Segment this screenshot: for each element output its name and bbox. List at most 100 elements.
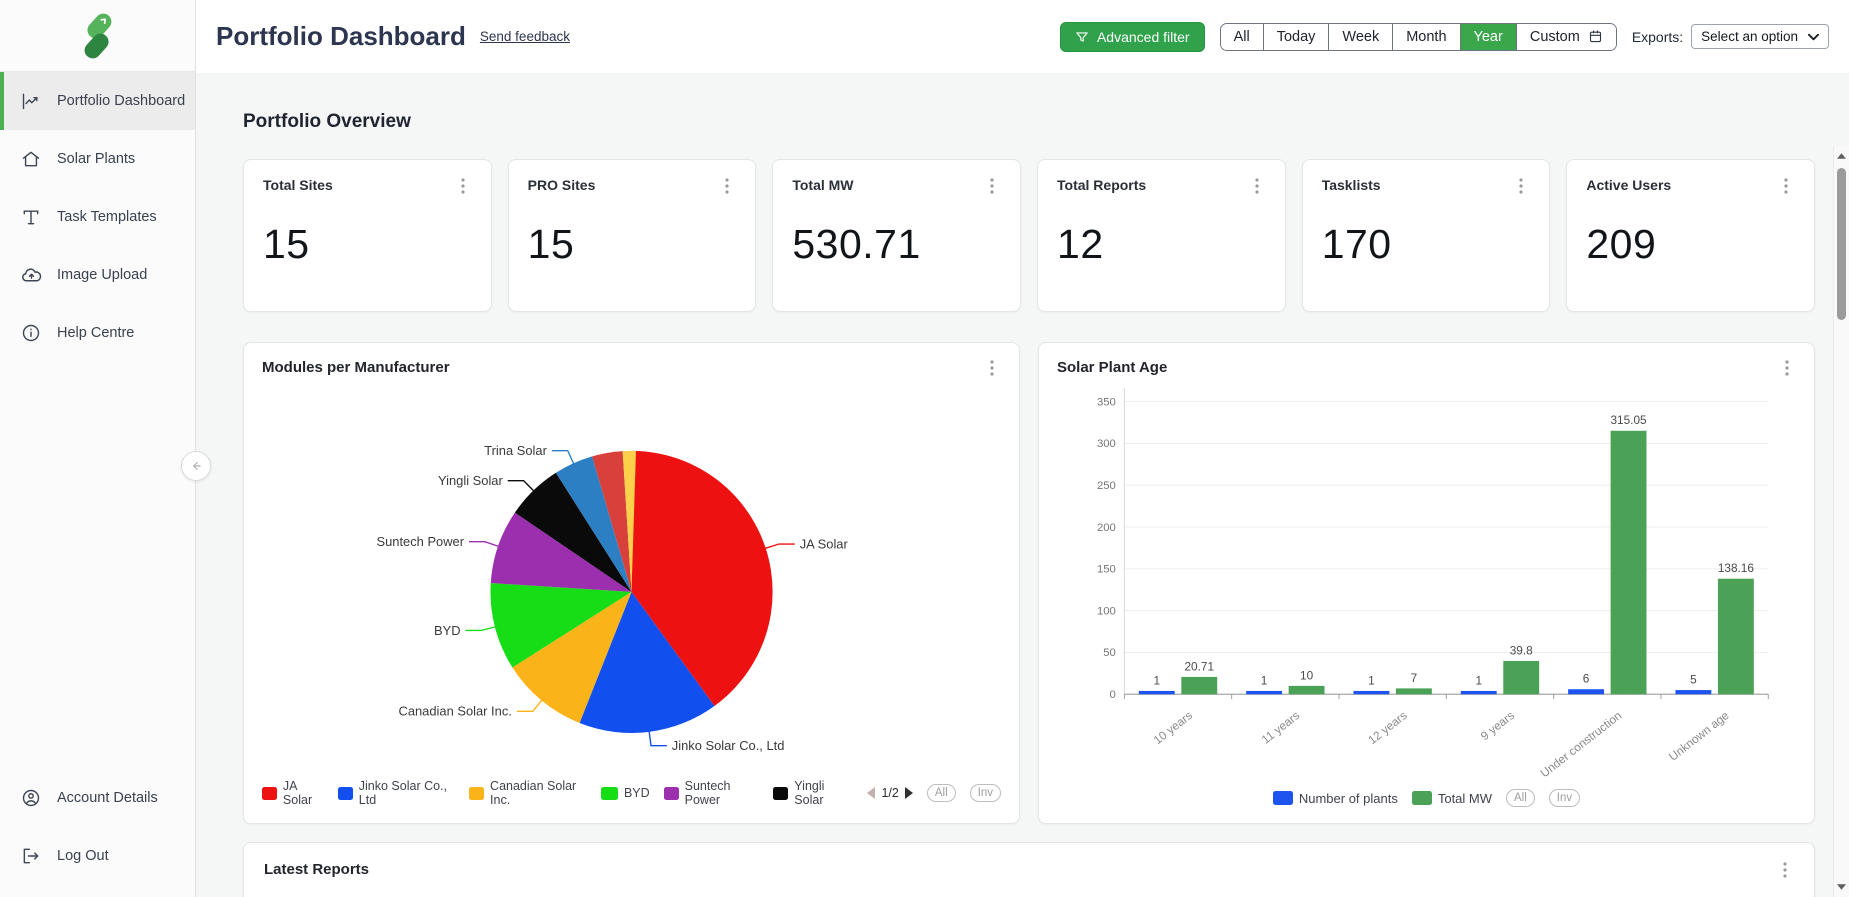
sidebar-footer-nav: Account Details Log Out — [0, 769, 195, 897]
legend-swatch — [773, 786, 789, 800]
legend-label: Yingli Solar — [794, 779, 825, 807]
legend-item[interactable]: Total MW — [1411, 791, 1492, 806]
sidebar-item-label: Account Details — [57, 790, 158, 806]
card-menu-icon[interactable] — [983, 177, 1001, 195]
topbar: Portfolio Dashboard Send feedback Advanc… — [196, 0, 1849, 73]
svg-text:0: 0 — [1110, 689, 1116, 701]
logo-icon — [84, 13, 111, 58]
legend-swatch — [469, 786, 485, 800]
sidebar-nav: Portfolio Dashboard Solar Plants Task Te… — [0, 72, 195, 362]
advanced-filter-button[interactable]: Advanced filter — [1059, 21, 1205, 52]
chart-line-icon — [20, 90, 42, 112]
legend-item[interactable]: Jinko Solar Co., Ltd — [337, 779, 455, 807]
card-menu-icon[interactable] — [1248, 177, 1266, 195]
exports-select[interactable]: Select an option — [1691, 24, 1829, 49]
time-filter-custom-label: Custom — [1529, 28, 1580, 45]
svg-text:Under construction: Under construction — [1538, 708, 1625, 780]
legend-label: Number of plants — [1298, 790, 1398, 806]
sidebar-item-help-centre[interactable]: Help Centre — [0, 304, 195, 362]
legend-prev-icon[interactable] — [867, 787, 876, 799]
latest-reports-title: Latest Reports — [264, 861, 370, 878]
pie-chart-title: Modules per Manufacturer — [262, 359, 450, 376]
time-filter-custom[interactable]: Custom — [1515, 23, 1616, 50]
legend-item[interactable]: Yingli Solar — [773, 779, 849, 807]
svg-text:315.05: 315.05 — [1611, 413, 1648, 427]
sidebar-item-portfolio-dashboard[interactable]: Portfolio Dashboard — [0, 72, 195, 130]
svg-text:10: 10 — [1300, 668, 1314, 682]
time-filter-all[interactable]: All — [1220, 23, 1263, 50]
svg-text:50: 50 — [1103, 647, 1116, 659]
send-feedback-link[interactable]: Send feedback — [480, 29, 570, 44]
sidebar-item-label: Solar Plants — [57, 151, 136, 167]
time-filter-week[interactable]: Week — [1328, 23, 1393, 50]
sidebar-item-image-upload[interactable]: Image Upload — [0, 246, 195, 304]
svg-text:Trina Solar: Trina Solar — [484, 443, 547, 458]
legend-item[interactable]: Suntech Power — [663, 779, 760, 807]
time-filter-year[interactable]: Year — [1459, 23, 1516, 50]
pie-chart-canvas[interactable]: JA Solar Jinko Solar Co., Ltd Canadian Sol… — [262, 377, 1001, 773]
card-menu-icon[interactable] — [1512, 177, 1530, 195]
legend-all-button[interactable]: All — [926, 784, 956, 802]
legend-item[interactable]: JA Solar — [262, 779, 324, 807]
legend-swatch — [1411, 791, 1432, 805]
template-icon — [20, 206, 42, 228]
time-filter-today[interactable]: Today — [1262, 23, 1329, 50]
svg-text:12 years: 12 years — [1365, 708, 1409, 747]
sidebar-item-account-details[interactable]: Account Details — [0, 769, 195, 827]
stat-value: 15 — [527, 221, 575, 267]
scrollbar-down-icon[interactable] — [1834, 879, 1849, 895]
stat-card-tasklists: Tasklists 170 — [1301, 159, 1551, 312]
svg-text:20.71: 20.71 — [1185, 659, 1215, 673]
chevron-left-icon — [193, 461, 201, 471]
legend-all-button[interactable]: All — [1506, 789, 1535, 807]
sidebar-item-label: Portfolio Dashboard — [57, 93, 186, 109]
card-menu-icon[interactable] — [1778, 359, 1796, 377]
exports-label: Exports: — [1631, 28, 1684, 45]
cloud-upload-icon — [20, 264, 42, 286]
logout-icon — [20, 845, 42, 867]
legend-label: Suntech Power — [684, 779, 731, 807]
svg-text:300: 300 — [1097, 438, 1116, 450]
legend-label: Jinko Solar Co., Ltd — [358, 779, 447, 807]
bar-chart-legend: Number of plants Total MW All Inv — [1057, 783, 1796, 811]
scrollbar-up-icon[interactable] — [1834, 148, 1849, 164]
time-filter-month[interactable]: Month — [1392, 23, 1460, 50]
legend-next-icon[interactable] — [904, 787, 913, 799]
legend-label: JA Solar — [282, 779, 313, 807]
sidebar-item-solar-plants[interactable]: Solar Plants — [0, 130, 195, 188]
bar-chart-canvas[interactable]: 0 50 100 150 200 250 300 350 1 20.71 10 years 1 10 11… — [1057, 377, 1796, 783]
card-menu-icon[interactable] — [1777, 177, 1795, 195]
pie-chart-legend: JA Solar Jinko Solar Co., Ltd Canadian S… — [262, 773, 1001, 811]
svg-text:39.8: 39.8 — [1510, 643, 1533, 657]
svg-text:BYD: BYD — [434, 623, 461, 638]
svg-text:250: 250 — [1097, 480, 1116, 492]
svg-text:100: 100 — [1097, 605, 1116, 617]
stat-label: Active Users — [1586, 177, 1672, 193]
svg-text:1: 1 — [1153, 673, 1160, 687]
app-window: Portfolio Dashboard Solar Plants Task Te… — [0, 0, 1849, 897]
bar-chart-card: Solar Plant Age 0 50 100 150 200 250 300 350 1 20… — [1038, 342, 1815, 824]
card-menu-icon[interactable] — [983, 359, 1001, 377]
svg-text:200: 200 — [1097, 522, 1116, 534]
legend-inv-button[interactable]: Inv — [1548, 789, 1581, 807]
legend-item[interactable]: BYD — [600, 786, 650, 800]
legend-item[interactable]: Number of plants — [1272, 790, 1398, 806]
info-icon — [20, 322, 42, 344]
legend-swatch — [262, 786, 277, 800]
svg-text:Suntech Power: Suntech Power — [377, 534, 465, 549]
card-menu-icon[interactable] — [718, 177, 736, 195]
legend-inv-button[interactable]: Inv — [969, 784, 1001, 802]
stat-label: PRO Sites — [527, 177, 596, 193]
time-filter-group: All Today Week Month Year Custom — [1219, 22, 1617, 51]
sidebar-item-task-templates[interactable]: Task Templates — [0, 188, 195, 246]
sidebar-collapse-button[interactable] — [181, 451, 211, 481]
app-logo — [0, 0, 195, 72]
card-menu-icon[interactable] — [454, 177, 472, 195]
legend-item[interactable]: Canadian Solar Inc. — [469, 779, 587, 807]
sidebar-item-log-out[interactable]: Log Out — [0, 827, 195, 885]
scrollbar-thumb[interactable] — [1837, 168, 1846, 320]
svg-text:5: 5 — [1690, 672, 1697, 686]
card-menu-icon[interactable] — [1776, 861, 1794, 879]
svg-text:1: 1 — [1368, 673, 1375, 687]
